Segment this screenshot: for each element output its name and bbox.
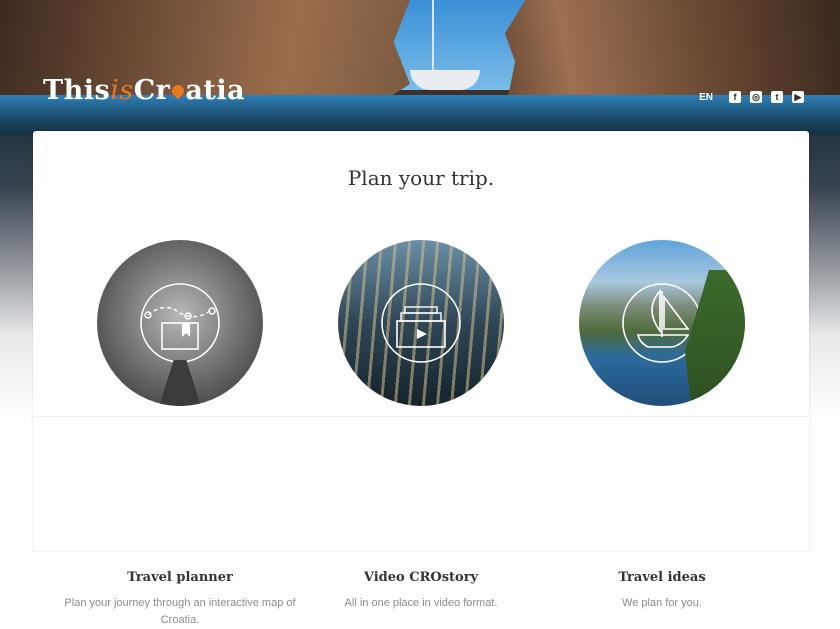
travel-ideas-card[interactable]: Travel ideas We plan for you.	[579, 240, 745, 609]
logo-part-cr: Cr	[133, 75, 171, 106]
twitter-icon[interactable]: t	[771, 91, 783, 103]
hero-photo	[0, 0, 840, 135]
hero-boat	[410, 70, 480, 90]
video-crostory-title[interactable]: Video CROstory	[301, 570, 541, 585]
language-selector[interactable]: EN	[699, 92, 713, 103]
map-route-icon	[140, 283, 220, 363]
travel-ideas-title[interactable]: Travel ideas	[542, 570, 782, 585]
plan-trip-card: Plan your trip. Travel planner Plan your…	[33, 131, 809, 626]
section-divider	[33, 416, 809, 417]
sailboat-icon	[622, 283, 702, 363]
youtube-icon[interactable]: ▶	[792, 91, 804, 103]
header-controls: EN f ◎ t ▶	[699, 91, 804, 103]
video-crostory-card[interactable]: Video CROstory All in one place in video…	[338, 240, 504, 609]
hero-boat-mast	[432, 0, 434, 72]
logo-part-is: is	[110, 75, 134, 106]
instagram-icon[interactable]: ◎	[750, 91, 762, 103]
travel-ideas-image[interactable]	[579, 240, 745, 406]
travel-planner-title[interactable]: Travel planner	[60, 570, 300, 585]
travel-ideas-description: We plan for you.	[622, 597, 702, 609]
video-crostory-description: All in one place in video format.	[344, 597, 498, 609]
travel-planner-card[interactable]: Travel planner Plan your journey through…	[64, 240, 296, 626]
site-logo[interactable]: ThisisCr atia	[43, 75, 245, 106]
video-crostory-image[interactable]	[338, 240, 504, 406]
travel-planner-image[interactable]	[97, 240, 263, 406]
logo-part-atia: atia	[185, 75, 246, 106]
page-title: Plan your trip.	[347, 166, 495, 190]
video-stack-icon	[381, 283, 461, 363]
travel-planner-description: Plan your journey through an interactive…	[64, 597, 296, 626]
facebook-icon[interactable]: f	[729, 91, 741, 103]
logo-part-this: This	[43, 75, 111, 106]
